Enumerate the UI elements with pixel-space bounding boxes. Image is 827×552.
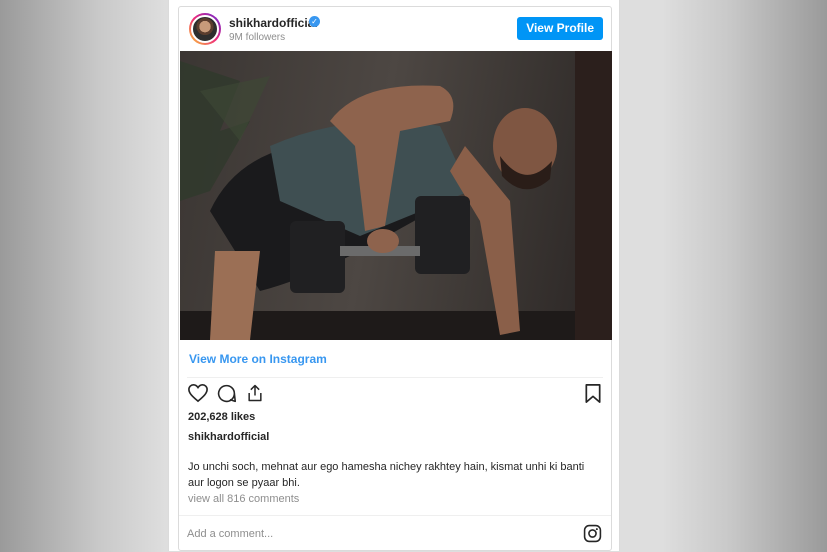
avatar-image: [191, 15, 219, 43]
divider: [187, 377, 603, 378]
verified-badge-icon: ✓: [309, 16, 320, 27]
caption-text: Jo unchi soch, mehnat aur ego hamesha ni…: [188, 461, 585, 489]
instagram-embed-card: shikhardofficial ✓ 9M followers View Pro…: [168, 0, 620, 551]
view-comments-link[interactable]: view all 816 comments: [188, 493, 299, 505]
caption-username[interactable]: shikhardofficial: [188, 431, 269, 443]
share-icon[interactable]: [245, 382, 265, 409]
embed-frame: shikhardofficial ✓ 9M followers View Pro…: [178, 6, 612, 551]
bookmark-icon[interactable]: [584, 383, 602, 409]
post-header: shikhardofficial ✓ 9M followers View Pro…: [179, 7, 611, 51]
comment-input[interactable]: [187, 525, 567, 543]
heart-icon[interactable]: [187, 383, 209, 408]
follower-count: 9M followers: [229, 32, 286, 43]
view-profile-button[interactable]: View Profile: [517, 17, 603, 40]
likes-count[interactable]: 202,628 likes: [188, 411, 255, 423]
comment-icon[interactable]: [216, 383, 237, 409]
avatar[interactable]: [189, 13, 221, 45]
profile-username[interactable]: shikhardofficial: [229, 16, 318, 30]
instagram-icon[interactable]: [583, 524, 602, 548]
post-photo[interactable]: [180, 51, 612, 340]
workout-photo-illustration: [180, 51, 612, 340]
comment-bar: [179, 515, 611, 552]
view-more-link[interactable]: View More on Instagram: [189, 352, 327, 366]
